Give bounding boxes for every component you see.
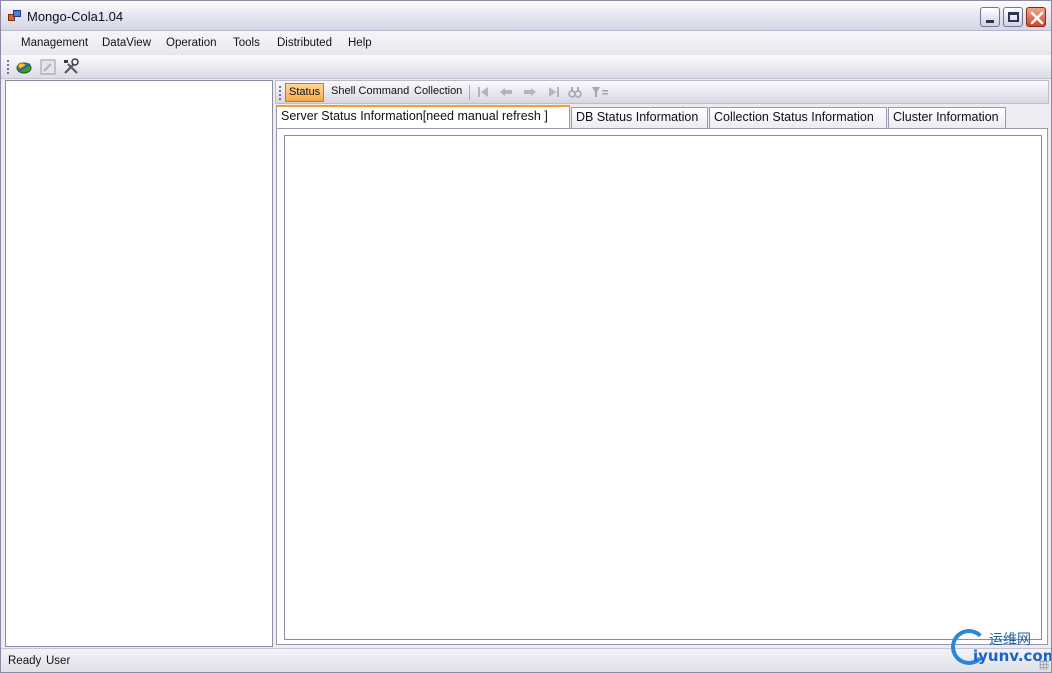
server-status-view[interactable] — [284, 135, 1042, 640]
tools-icon[interactable] — [62, 58, 80, 76]
app-logo-icon — [8, 10, 22, 22]
connect-icon[interactable] — [15, 58, 33, 76]
menu-distributed[interactable]: Distributed — [277, 37, 332, 49]
window-title: Mongo-Cola1.04 — [27, 9, 124, 24]
previous-page-icon[interactable] — [499, 85, 513, 99]
menu-tools[interactable]: Tools — [233, 37, 260, 49]
status-bar: Ready User — [1, 648, 1051, 672]
server-tree-panel[interactable] — [5, 80, 273, 647]
maximize-icon — [1008, 12, 1019, 22]
toolbar-separator — [469, 85, 470, 100]
status-button[interactable]: Status — [285, 83, 325, 102]
status-user: User — [46, 655, 71, 667]
collection-button[interactable]: Collection — [411, 83, 465, 102]
shell-command-button[interactable]: Shell Command — [328, 83, 412, 102]
main-toolbar — [1, 55, 1051, 79]
last-page-icon[interactable] — [547, 85, 561, 99]
tab-cluster-information[interactable]: Cluster Information — [888, 107, 1006, 128]
title-bar[interactable]: Mongo-Cola1.04 — [1, 1, 1051, 31]
edit-icon[interactable] — [39, 58, 57, 76]
status-ready: Ready — [8, 655, 42, 667]
next-page-icon[interactable] — [523, 85, 537, 99]
filter-icon[interactable] — [591, 85, 609, 99]
right-panel: Status Shell Command Collection Server S… — [275, 80, 1049, 646]
close-icon — [1030, 11, 1044, 25]
tab-db-status[interactable]: DB Status Information — [571, 107, 708, 128]
data-toolbar: Status Shell Command Collection — [275, 80, 1049, 104]
minimize-icon — [986, 20, 994, 23]
tab-collection-status[interactable]: Collection Status Information — [709, 107, 887, 128]
menu-operation[interactable]: Operation — [166, 37, 217, 49]
menu-dataview[interactable]: DataView — [102, 37, 151, 49]
minimize-button[interactable] — [980, 7, 1000, 27]
menu-management[interactable]: Management — [21, 37, 88, 49]
maximize-button[interactable] — [1003, 7, 1023, 27]
tab-content — [276, 128, 1048, 645]
toolbar-grip[interactable] — [7, 59, 9, 75]
watermark-en-text: iyunv.com — [973, 647, 1052, 665]
first-page-icon[interactable] — [476, 85, 490, 99]
query-icon[interactable] — [568, 85, 582, 99]
sub-toolbar-grip[interactable] — [279, 85, 281, 101]
menu-bar: Management DataView Operation Tools Dist… — [1, 31, 1051, 55]
close-button[interactable] — [1026, 7, 1046, 27]
site-watermark: 运维网 iyunv.com — [947, 625, 1052, 669]
watermark-cn-text: 运维网 — [989, 632, 1031, 648]
app-window: Mongo-Cola1.04 Management DataView Opera… — [0, 0, 1052, 673]
menu-help[interactable]: Help — [348, 37, 372, 49]
tab-server-status[interactable]: Server Status Information[need manual re… — [276, 105, 570, 128]
